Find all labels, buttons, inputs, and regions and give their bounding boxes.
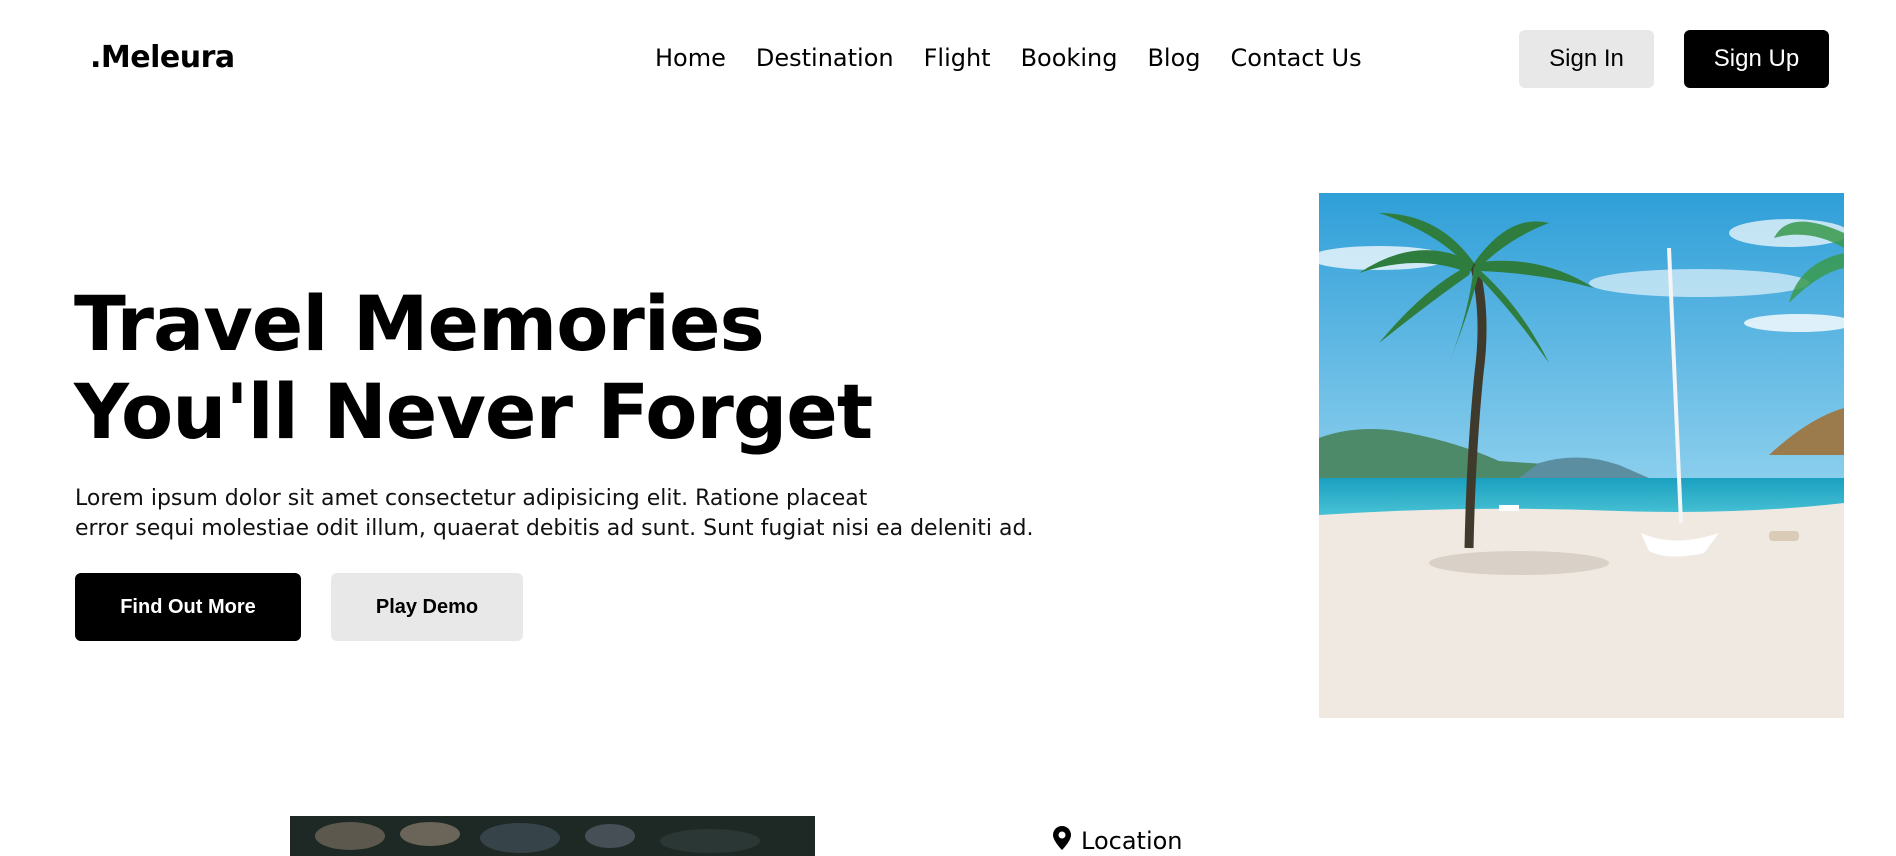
nav-link-blog[interactable]: Blog: [1147, 44, 1200, 72]
nav-link-booking[interactable]: Booking: [1021, 44, 1118, 72]
nav-link-destination[interactable]: Destination: [756, 44, 894, 72]
hero-description-line-1: Lorem ipsum dolor sit amet consectetur a…: [75, 486, 868, 511]
hero-title-line-1: Travel Memories: [74, 279, 765, 368]
location-pin-icon: [1053, 826, 1071, 856]
destination-preview-image: [290, 816, 815, 856]
main-nav: Home Destination Flight Booking Blog Con…: [655, 44, 1362, 72]
hero-title: Travel Memories You'll Never Forget: [74, 279, 873, 456]
hero-description-line-2: error sequi molestiae odit illum, quaera…: [75, 516, 1034, 541]
location-heading: Location: [1053, 826, 1183, 856]
nav-link-home[interactable]: Home: [655, 44, 726, 72]
top-navbar: .Meleura Home Destination Flight Booking…: [0, 0, 1896, 120]
find-out-more-button[interactable]: Find Out More: [75, 573, 301, 641]
nav-link-contact-us[interactable]: Contact Us: [1231, 44, 1362, 72]
sign-up-button[interactable]: Sign Up: [1684, 30, 1829, 88]
location-label: Location: [1081, 827, 1183, 855]
hero-beach-image: [1319, 193, 1844, 718]
hero-description: Lorem ipsum dolor sit amet consectetur a…: [75, 484, 1055, 544]
nav-link-flight[interactable]: Flight: [924, 44, 991, 72]
hero-title-line-2: You'll Never Forget: [74, 367, 873, 456]
sign-in-button[interactable]: Sign In: [1519, 30, 1654, 88]
brand-logo[interactable]: .Meleura: [90, 40, 235, 75]
play-demo-button[interactable]: Play Demo: [331, 573, 523, 641]
